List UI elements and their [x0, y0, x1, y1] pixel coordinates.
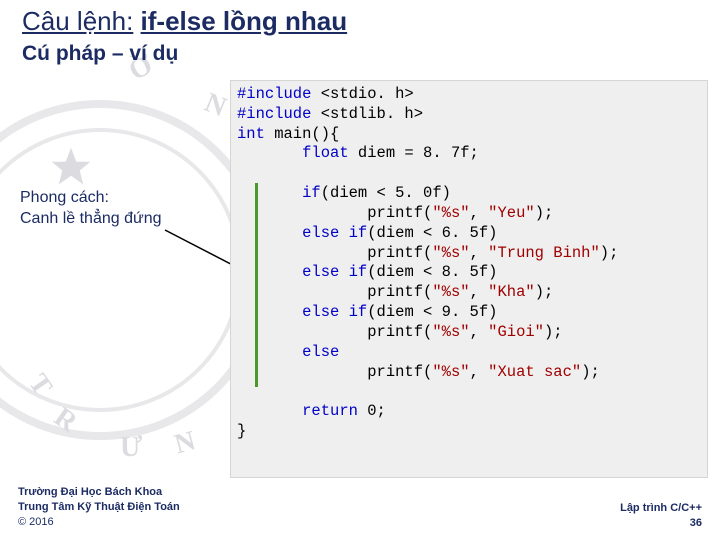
footer-left: Trường Đại Học Bách Khoa Trung Tâm Kỹ Th… — [18, 485, 180, 530]
style-note: Phong cách: Canh lề thẳng đứng — [20, 188, 161, 230]
star-icon — [50, 146, 92, 188]
footer-center: Trung Tâm Kỹ Thuật Điện Toán — [18, 500, 180, 515]
slide-subtitle: Cú pháp – ví dụ — [22, 42, 178, 66]
title-main: if-else lồng nhau — [141, 6, 348, 36]
watermark-letter: N — [171, 425, 201, 462]
watermark-letter: Ư — [120, 432, 144, 464]
footer-page: 36 — [620, 516, 702, 530]
footer-copyright: © 2016 — [18, 515, 180, 530]
alignment-bar — [255, 183, 258, 387]
title-prefix: Câu lệnh: — [22, 6, 133, 36]
code-block: #include <stdio. h> #include <stdlib. h>… — [230, 80, 708, 478]
slide-container: Ờ N G T R Ư N Câu lệnh: if-else lồng nha… — [0, 0, 720, 540]
note-line1: Phong cách: — [20, 188, 161, 209]
watermark-letter: N — [200, 87, 233, 125]
footer-right: Lập trình C/C++ 36 — [620, 501, 702, 530]
slide-title: Câu lệnh: if-else lồng nhau — [22, 6, 347, 37]
footer-school: Trường Đại Học Bách Khoa — [18, 485, 180, 500]
footer-course: Lập trình C/C++ — [620, 501, 702, 515]
note-line2: Canh lề thẳng đứng — [20, 209, 161, 230]
